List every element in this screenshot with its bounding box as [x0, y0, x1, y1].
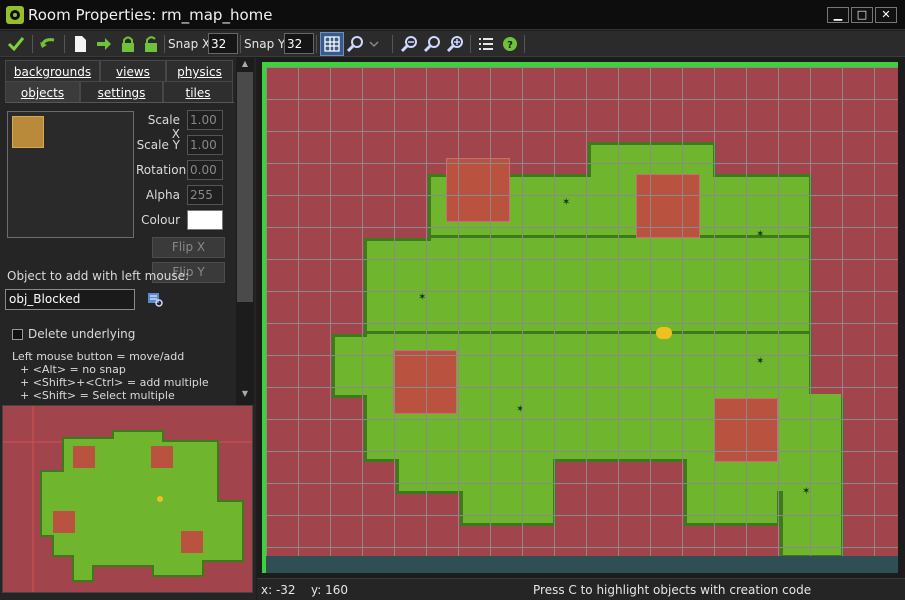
zoom-in-icon[interactable]: [446, 34, 466, 54]
object-name-field[interactable]: obj_Blocked: [5, 289, 135, 310]
tab-divider: [6, 102, 234, 103]
tab-views[interactable]: views: [100, 60, 166, 82]
window-title: Room Properties: rm_map_home: [28, 6, 273, 24]
cursor-x-readout: x: -32: [261, 583, 296, 597]
tab-objects[interactable]: objects: [5, 81, 80, 103]
snap-y-label: Snap Y:: [244, 37, 288, 51]
object-sprite-thumbnail: [12, 116, 44, 148]
toolbar-separator: [32, 35, 33, 53]
panel-scrollbar[interactable]: ▲ ▼: [236, 58, 254, 405]
snap-x-input[interactable]: [208, 33, 238, 54]
help-icon[interactable]: ?: [500, 34, 520, 54]
object-preview: [7, 111, 134, 238]
chevron-down-icon[interactable]: [368, 34, 380, 54]
snap-grid: [266, 67, 898, 556]
maximize-button[interactable]: □: [851, 7, 873, 23]
close-button[interactable]: ✕: [875, 7, 897, 23]
object-to-add-label: Object to add with left mouse:: [7, 269, 189, 283]
colour-label: Colour: [141, 213, 180, 227]
scroll-up-arrow-icon[interactable]: ▲: [236, 58, 254, 70]
confirm-check-icon[interactable]: [6, 34, 26, 54]
toolbar-separator: [470, 35, 471, 53]
toolbar-separator: [524, 35, 525, 53]
help-text-line: + <Shift> = Select multiple: [20, 389, 175, 402]
scale-y-label: Scale Y: [136, 138, 180, 152]
flip-x-button[interactable]: Flip X: [152, 237, 225, 258]
grid-toggle-button[interactable]: [320, 32, 344, 56]
room-minimap[interactable]: [2, 405, 253, 593]
water-tile-strip: [266, 556, 898, 573]
svg-text:?: ?: [507, 40, 513, 51]
toolbar-separator: [316, 35, 317, 53]
scroll-down-arrow-icon[interactable]: ▼: [236, 388, 254, 400]
toolbar-separator: [240, 35, 241, 53]
room-canvas[interactable]: ✶ ✶ ✶ ✶ ✶ ✶: [262, 62, 898, 573]
cursor-y-readout: y: 160: [311, 583, 348, 597]
toolbar-separator: [164, 35, 165, 53]
scale-x-field[interactable]: 1.00: [187, 110, 223, 130]
colour-swatch[interactable]: [187, 210, 223, 230]
room-editor-frame: ✶ ✶ ✶ ✶ ✶ ✶: [257, 58, 905, 578]
delete-underlying-label: Delete underlying: [28, 327, 136, 341]
scroll-thumb[interactable]: [237, 72, 253, 302]
zoom-reset-icon[interactable]: [423, 34, 443, 54]
grid-toggle-icon: [324, 36, 340, 52]
zoom-out-icon[interactable]: [400, 34, 420, 54]
rotation-field[interactable]: 0.00: [187, 160, 223, 180]
tab-tiles[interactable]: tiles: [163, 81, 233, 103]
status-bar: x: -32 y: 160 Press C to highlight objec…: [257, 578, 905, 600]
minimap-drawing: [3, 406, 252, 592]
snap-y-input[interactable]: [284, 33, 314, 54]
status-message: Press C to highlight objects with creati…: [533, 583, 812, 597]
toolbar-separator: [392, 35, 393, 53]
undo-icon[interactable]: [38, 34, 58, 54]
help-text-line: + <Alt> = no snap: [20, 363, 126, 376]
tab-physics[interactable]: physics: [166, 60, 233, 82]
object-picker-icon[interactable]: [146, 290, 164, 308]
list-icon[interactable]: [476, 34, 496, 54]
toolbar-separator: [64, 35, 65, 53]
zoom-dropdown-icon[interactable]: [346, 34, 366, 54]
rotation-label: Rotation: [136, 163, 187, 177]
tab-backgrounds[interactable]: backgrounds: [5, 60, 100, 82]
scale-x-label: Scale X: [147, 113, 180, 141]
alpha-label: Alpha: [145, 188, 180, 202]
lock-icon[interactable]: [118, 34, 138, 54]
title-bar: Room Properties: rm_map_home ▁ □ ✕: [0, 0, 905, 30]
minimize-button[interactable]: ▁: [827, 7, 849, 23]
app-logo-icon: [6, 6, 24, 24]
alpha-field[interactable]: 255: [187, 185, 223, 205]
help-text-line: Left mouse button = move/add: [12, 350, 185, 363]
help-text-line: + <Shift>+<Ctrl> = add multiple: [20, 376, 209, 389]
tab-settings[interactable]: settings: [80, 81, 163, 103]
delete-underlying-checkbox[interactable]: [12, 329, 23, 340]
arrow-right-icon[interactable]: [94, 34, 114, 54]
scale-y-field[interactable]: 1.00: [187, 135, 223, 155]
toolbar: Snap X: Snap Y: ?: [0, 31, 905, 57]
new-page-icon[interactable]: [70, 34, 90, 54]
unlock-icon[interactable]: [141, 34, 161, 54]
